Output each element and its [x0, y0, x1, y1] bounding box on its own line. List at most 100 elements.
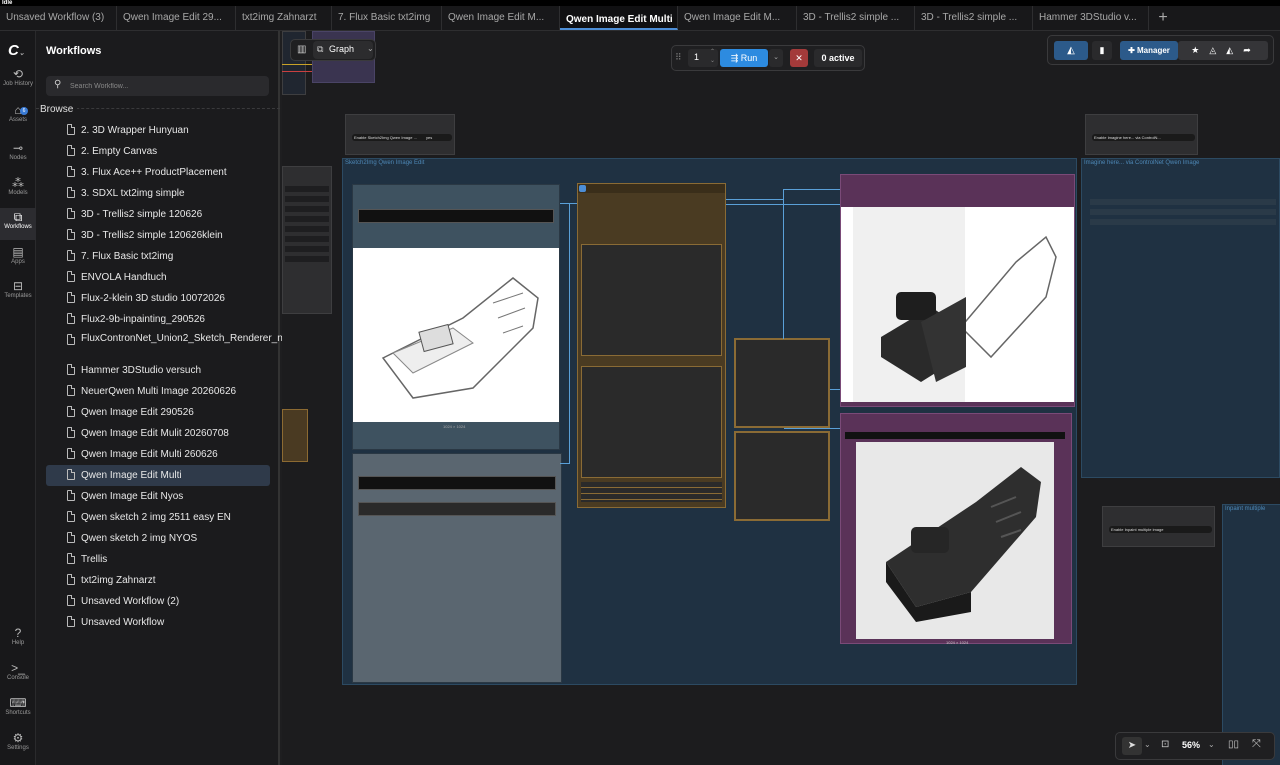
rail-workflows[interactable]: ⧉ Workflows	[0, 208, 36, 240]
rail-settings[interactable]: ⚙ Settings	[0, 731, 36, 759]
new-tab-button[interactable]: +	[1149, 6, 1177, 30]
image-selector[interactable]	[358, 209, 554, 223]
file-icon	[67, 532, 75, 543]
workflow-item[interactable]: Hammer 3DStudio versuch	[46, 360, 270, 381]
workflow-item[interactable]: Qwen Image Edit Mulit 20260708	[46, 423, 270, 444]
workflow-item[interactable]: Qwen Image Edit Multi 260626	[46, 444, 270, 465]
stepper-arrows-icon[interactable]: ⌃ ⌄	[710, 48, 715, 66]
image-selector[interactable]	[358, 476, 556, 490]
sketch-preview-image	[353, 248, 559, 422]
tab-hammer-3dstudio[interactable]: Hammer 3DStudio v...	[1033, 6, 1149, 30]
tab-flux-basic[interactable]: 7. Flux Basic txt2img	[332, 6, 442, 30]
workflow-item[interactable]: Qwen Image Edit Multi	[46, 465, 270, 486]
rail-job-history[interactable]: ⟲ Job History	[0, 67, 36, 99]
bookmark-icon[interactable]: ▮	[1092, 41, 1112, 60]
workflow-item[interactable]: 3D - Trellis2 simple 120626	[46, 204, 270, 225]
workflow-item[interactable]: 3. SDXL txt2img simple	[46, 183, 270, 204]
group-inpaint[interactable]: Inpaint multiple	[1222, 504, 1280, 765]
sampler-node-2[interactable]	[734, 431, 830, 521]
graph-canvas[interactable]: ▥ ⧉ Graph ⌄ ⠿ 1 ⌃ ⌄ ⇶ Run ⌄ ✕ 0 active ◭ …	[282, 31, 1280, 765]
rail-nodes[interactable]: ⊸ Nodes	[0, 141, 36, 169]
prompt-textarea[interactable]	[581, 244, 722, 356]
workflow-item[interactable]: NeuerQwen Multi Image 20260626	[46, 381, 270, 402]
chevron-down-icon[interactable]: ⌄	[1144, 740, 1151, 749]
toggle-label: Enable Inpaint multiple image	[1111, 527, 1164, 532]
preview-image-node[interactable]: 1024 × 1024	[840, 413, 1072, 645]
sampler-node-1[interactable]	[734, 338, 830, 428]
tab-qwen-image-edit-29[interactable]: Qwen Image Edit 29...	[117, 6, 236, 30]
workflow-item[interactable]: 7. Flux Basic txt2img	[46, 246, 270, 267]
node-partial-brown[interactable]	[282, 409, 308, 462]
workflow-item[interactable]: Trellis	[46, 549, 270, 570]
workflow-item[interactable]: ENVOLA Handtuch	[46, 267, 270, 288]
workflow-item[interactable]: 3. Flux Ace++ ProductPlacement	[46, 162, 270, 183]
toggle-node-inpaint[interactable]: Enable Inpaint multiple image	[1102, 506, 1215, 547]
load-image-node-1[interactable]: 1024 × 1024	[352, 184, 560, 450]
run-button[interactable]: ⇶ Run	[720, 49, 768, 67]
link-visibility-icon[interactable]: ⤧	[1252, 738, 1261, 751]
upload-widget[interactable]	[358, 502, 556, 516]
rail-models[interactable]: ⁂ Models	[0, 176, 36, 204]
workflow-item[interactable]: FluxContronNet_Union2_Sketch_Renderer_no…	[46, 330, 302, 360]
workflow-item[interactable]: Qwen Image Edit 290526	[46, 402, 270, 423]
file-icon	[67, 490, 75, 501]
manager-tools[interactable]: ★◬◭➦	[1178, 41, 1268, 60]
tab-active-label: Qwen Image Edit Multi	[566, 14, 673, 25]
panel-toggle-icon[interactable]: ▥	[297, 44, 306, 55]
rail-shortcuts[interactable]: ⌨ Shortcuts	[0, 696, 36, 724]
rail-templates[interactable]: ⊟ Templates	[0, 279, 36, 307]
workflow-item[interactable]: txt2img Zahnarzt	[46, 570, 270, 591]
tab-trellis2-2[interactable]: 3D - Trellis2 simple ...	[915, 6, 1033, 30]
text-encode-node[interactable]	[577, 183, 726, 508]
tab-txt2img-zahnarzt[interactable]: txt2img Zahnarzt	[236, 6, 332, 30]
node-partial-widgets[interactable]	[282, 166, 332, 314]
workflow-item[interactable]: Qwen sketch 2 img NYOS	[46, 528, 270, 549]
file-icon	[67, 364, 75, 375]
toggle-node-sketch2img[interactable]: Enable Sketch2Img Qwen Image ... yes	[345, 114, 455, 155]
tab-qwen-image-edit-m2[interactable]: Qwen Image Edit M...	[678, 6, 797, 30]
workflow-item[interactable]: Qwen Image Edit Nyos	[46, 486, 270, 507]
run-options-dropdown[interactable]: ⌄	[769, 49, 783, 67]
load-image-node-2[interactable]	[352, 453, 562, 683]
cancel-run-button[interactable]: ✕	[790, 49, 808, 67]
file-icon	[67, 553, 75, 564]
triangle-icon: ◭	[1226, 45, 1244, 55]
triangle-logo-icon[interactable]: ◭	[1054, 41, 1088, 60]
active-queue-button[interactable]: 0 active	[814, 49, 862, 67]
pointer-tool-icon[interactable]: ➤	[1122, 737, 1142, 755]
workflow-item[interactable]: 2. 3D Wrapper Hunyuan	[46, 120, 270, 141]
drag-handle-icon[interactable]: ⠿	[675, 52, 682, 63]
workflow-item[interactable]: Flux2-9b-inpainting_290526	[46, 309, 270, 330]
compare-preview-node[interactable]	[840, 174, 1075, 408]
rail-help[interactable]: ? Help	[0, 626, 36, 654]
browse-heading: Browse	[40, 104, 78, 115]
workflow-item[interactable]: 2. Empty Canvas	[46, 141, 270, 162]
workflow-item[interactable]: Qwen sketch 2 img 2511 easy EN	[46, 507, 270, 528]
workflow-item[interactable]: Flux-2-klein 3D studio 10072026	[46, 288, 270, 309]
zoom-level[interactable]: 56%	[1182, 740, 1200, 750]
tab-trellis2-1[interactable]: 3D - Trellis2 simple ...	[797, 6, 915, 30]
minimap-icon[interactable]: ▯▯	[1228, 739, 1239, 750]
workflow-item[interactable]: 3D - Trellis2 simple 120626klein	[46, 225, 270, 246]
panel-title: Workflows	[46, 45, 102, 57]
search-input[interactable]	[70, 78, 260, 94]
workflow-item[interactable]: Unsaved Workflow	[46, 612, 270, 633]
workflow-item[interactable]: Unsaved Workflow (2)	[46, 591, 270, 612]
fit-view-icon[interactable]: ⊡	[1161, 739, 1169, 750]
group-imagine[interactable]: Imagine here... via ControlNet Qwen Imag…	[1081, 158, 1280, 478]
result-image	[856, 442, 1054, 639]
comfy-logo[interactable]: C⌄	[8, 42, 28, 59]
manager-button[interactable]: ✚ Manager	[1120, 41, 1178, 60]
tab-qwen-image-edit-m1[interactable]: Qwen Image Edit M...	[442, 6, 560, 30]
workflow-item-label: 2. 3D Wrapper Hunyuan	[81, 125, 189, 136]
rail-assets[interactable]: ⌂ Assets 6	[0, 103, 36, 135]
rail-apps[interactable]: ▤ Apps	[0, 245, 36, 273]
prompt-textarea[interactable]	[581, 366, 722, 478]
tab-unsaved-workflow-3[interactable]: Unsaved Workflow (3)	[0, 6, 117, 30]
chevron-down-icon[interactable]: ⌄	[1208, 740, 1215, 749]
rail-console[interactable]: >_ Console	[0, 661, 36, 689]
top-right-toolbar: ◭ ▮ ✚ Manager ★◬◭➦	[1047, 35, 1274, 65]
toggle-node-imagine[interactable]: Enable Imagine here... via ControlN...	[1085, 114, 1198, 155]
tab-qwen-image-edit-multi[interactable]: Qwen Image Edit Multi✕	[560, 6, 678, 30]
file-icon	[67, 271, 75, 282]
